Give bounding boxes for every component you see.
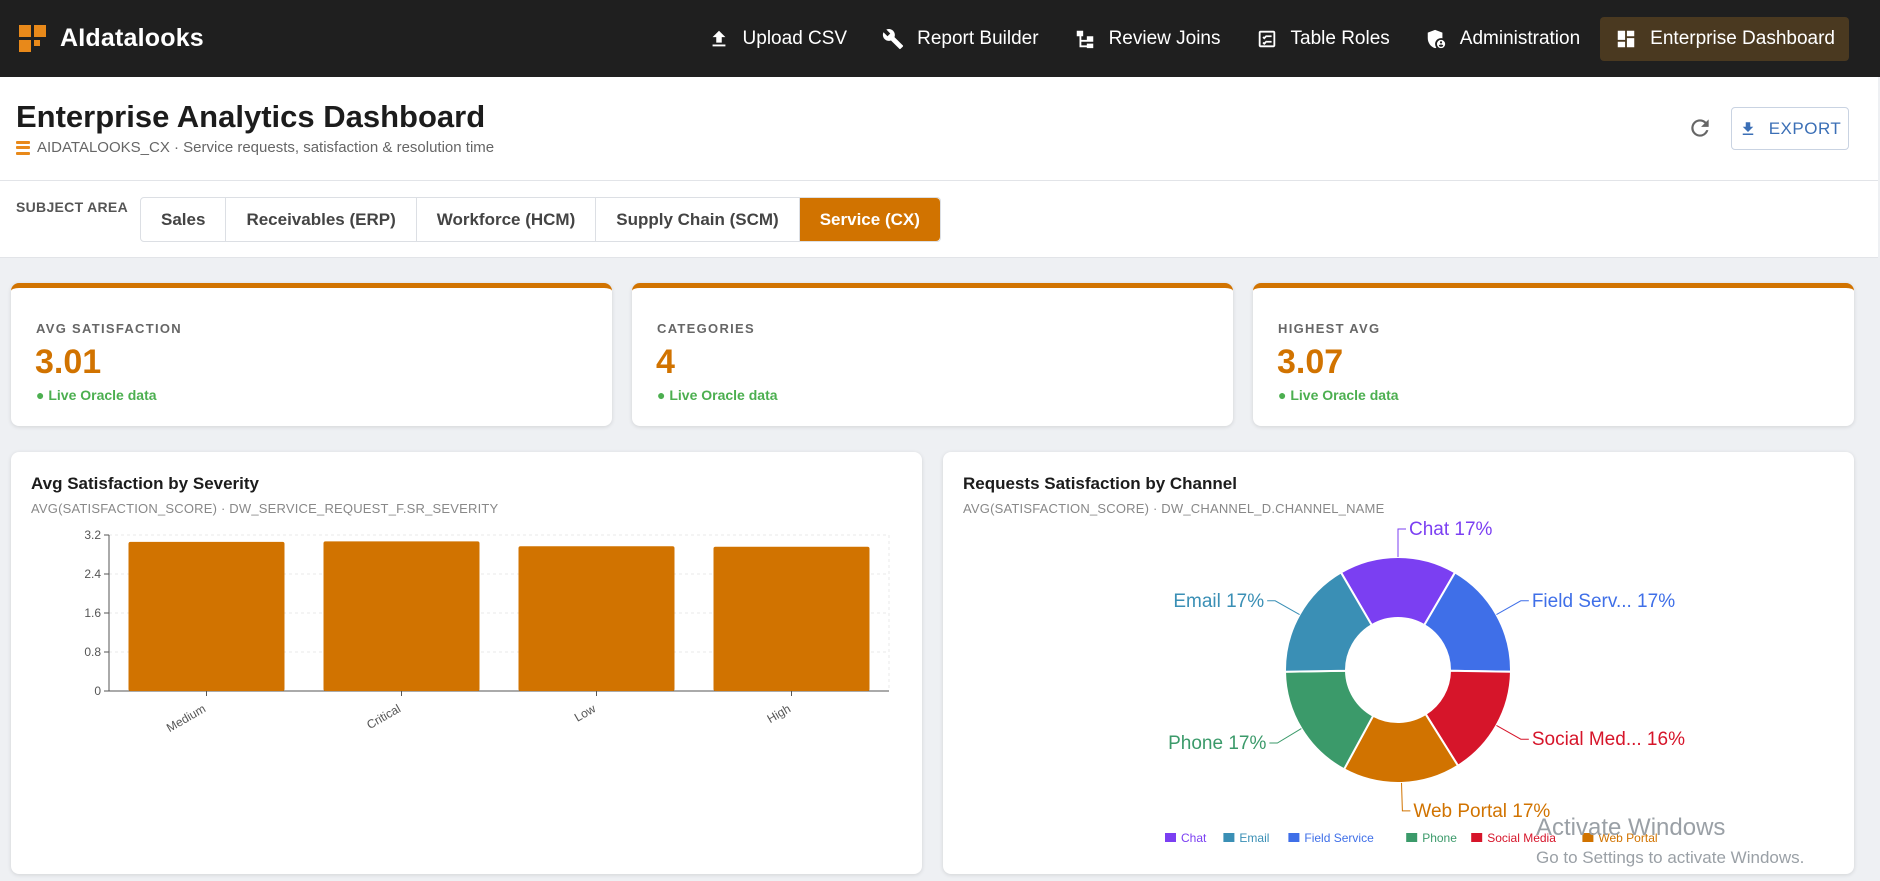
slice-label: Phone 17% (1168, 733, 1266, 754)
label-leader-line (1401, 782, 1411, 812)
label-leader-line (1267, 600, 1300, 615)
joins-icon (1073, 27, 1097, 51)
page-title: Enterprise Analytics Dashboard (16, 99, 486, 134)
legend-swatch (1471, 833, 1483, 842)
refresh-icon (1691, 119, 1709, 137)
bar (128, 541, 285, 691)
checklist-icon (1255, 27, 1279, 51)
kpi-card-categories: CATEGORIES 4 ● Live Oracle data (632, 283, 1233, 426)
nav-label: Enterprise Dashboard (1650, 27, 1835, 49)
y-tick-label: 1.6 (84, 606, 101, 620)
kpi-value: 4 (656, 343, 675, 381)
legend-swatch (1223, 833, 1235, 842)
kpi-status: ● Live Oracle data (1278, 387, 1399, 403)
kpi-label: AVG SATISFACTION (36, 321, 182, 336)
slice-label: Email 17% (1173, 591, 1264, 612)
kpi-card-highest-avg: HIGHEST AVG 3.07 ● Live Oracle data (1253, 283, 1854, 426)
kpi-status: ● Live Oracle data (36, 387, 157, 403)
nav-administration[interactable]: Administration (1410, 17, 1594, 61)
legend-label: Field Service (1304, 831, 1374, 845)
legend-label: Chat (1181, 831, 1207, 845)
download-icon (1742, 121, 1753, 135)
slice-label: Chat 17% (1409, 519, 1493, 540)
tab-sales[interactable]: Sales (141, 198, 227, 241)
label-leader-line (1496, 600, 1529, 615)
nav-label: Review Joins (1108, 27, 1221, 49)
kpi-value: 3.01 (35, 343, 102, 381)
nav-review-joins[interactable]: Review Joins (1059, 17, 1235, 61)
legend-swatch (1165, 833, 1176, 842)
nav-label: Table Roles (1290, 27, 1390, 49)
nav-label: Report Builder (917, 27, 1039, 49)
bar (713, 546, 870, 691)
tab-receivables-erp[interactable]: Receivables (ERP) (226, 198, 417, 241)
tab-workforce-hcm[interactable]: Workforce (HCM) (417, 198, 597, 241)
legend-label: Phone (1422, 831, 1457, 845)
x-tick-label: High (765, 701, 793, 725)
label-leader-line (1269, 728, 1302, 744)
upload-icon (707, 27, 731, 51)
tab-service-cx[interactable]: Service (CX) (799, 198, 940, 241)
dashboard-icon (1614, 27, 1638, 51)
database-list-icon (16, 140, 30, 155)
page-header: Enterprise Analytics Dashboard AIDATALOO… (0, 77, 1878, 181)
slice-label: Field Serv... 17% (1532, 591, 1675, 612)
kpi-card-avg-satisfaction: AVG SATISFACTION 3.01 ● Live Oracle data (11, 283, 612, 426)
watermark-title: Activate Windows (1536, 814, 1726, 841)
legend-label: Email (1239, 831, 1269, 845)
legend-swatch (1406, 833, 1418, 842)
kpi-label: CATEGORIES (657, 321, 755, 336)
subject-area-bar: SUBJECT AREA Sales Receivables (ERP) Wor… (0, 181, 1878, 258)
bar (518, 546, 675, 691)
y-tick-label: 2.4 (84, 567, 101, 581)
export-button[interactable]: EXPORT (1731, 107, 1849, 150)
y-tick-label: 0 (94, 684, 101, 698)
label-leader-line (1496, 725, 1529, 740)
x-tick-label: Medium (164, 701, 208, 734)
label-leader-line (1397, 528, 1406, 557)
kpi-status: ● Live Oracle data (657, 387, 778, 403)
nav-label: Upload CSV (742, 27, 848, 49)
slice-label: Web Portal 17% (1413, 801, 1550, 822)
legend-swatch (1288, 833, 1300, 842)
brand[interactable]: AIdatalooks (19, 24, 204, 53)
brand-name: AIdatalooks (60, 24, 204, 52)
subject-area-tabs: Sales Receivables (ERP) Workforce (HCM) … (140, 197, 941, 242)
nav-table-roles[interactable]: Table Roles (1241, 17, 1404, 61)
kpi-label: HIGHEST AVG (1278, 321, 1381, 336)
tab-supply-chain-scm[interactable]: Supply Chain (SCM) (596, 198, 800, 241)
chart-card-severity: Avg Satisfaction by Severity AVG(SATISFA… (11, 452, 922, 874)
x-tick-label: Low (572, 701, 598, 724)
export-label: EXPORT (1768, 118, 1842, 138)
nav-upload-csv[interactable]: Upload CSV (693, 17, 862, 61)
brand-logo-icon (19, 25, 46, 52)
nav-report-builder[interactable]: Report Builder (867, 17, 1052, 61)
main-nav: Upload CSV Report Builder Review Joins T… (687, 0, 1880, 77)
refresh-button[interactable] (1685, 113, 1715, 143)
donut-chart: Chat 17% Field Serv... 17% Social Med... 1… (1165, 519, 1685, 845)
bar-chart: 0 0.8 1.6 2.4 3.2 Medium Critical Low High (84, 528, 890, 735)
subtitle-text: AIDATALOOKS_CX · Service requests, satis… (37, 139, 495, 156)
kpi-value: 3.07 (1277, 343, 1344, 381)
x-tick-label: Critical (364, 701, 403, 731)
chart-card-channel: Requests Satisfaction by Channel AVG(SAT… (943, 452, 1854, 874)
wrench-icon (881, 27, 905, 51)
top-navbar: AIdatalooks Upload CSV Report Builder Re… (0, 0, 1880, 77)
nav-label: Administration (1459, 27, 1581, 49)
y-tick-label: 3.2 (84, 528, 101, 542)
nav-enterprise-dashboard[interactable]: Enterprise Dashboard (1600, 16, 1849, 61)
admin-shield-icon (1424, 27, 1448, 51)
subject-area-label: SUBJECT AREA (16, 199, 128, 215)
slice-label: Social Med... 16% (1532, 729, 1685, 750)
y-tick-label: 0.8 (84, 645, 101, 659)
bar (323, 541, 480, 691)
windows-activation-watermark: Activate Windows Go to Settings to activ… (1536, 814, 1804, 868)
page-subtitle: AIDATALOOKS_CX · Service requests, satis… (16, 139, 494, 156)
watermark-subtitle: Go to Settings to activate Windows. (1536, 848, 1805, 867)
